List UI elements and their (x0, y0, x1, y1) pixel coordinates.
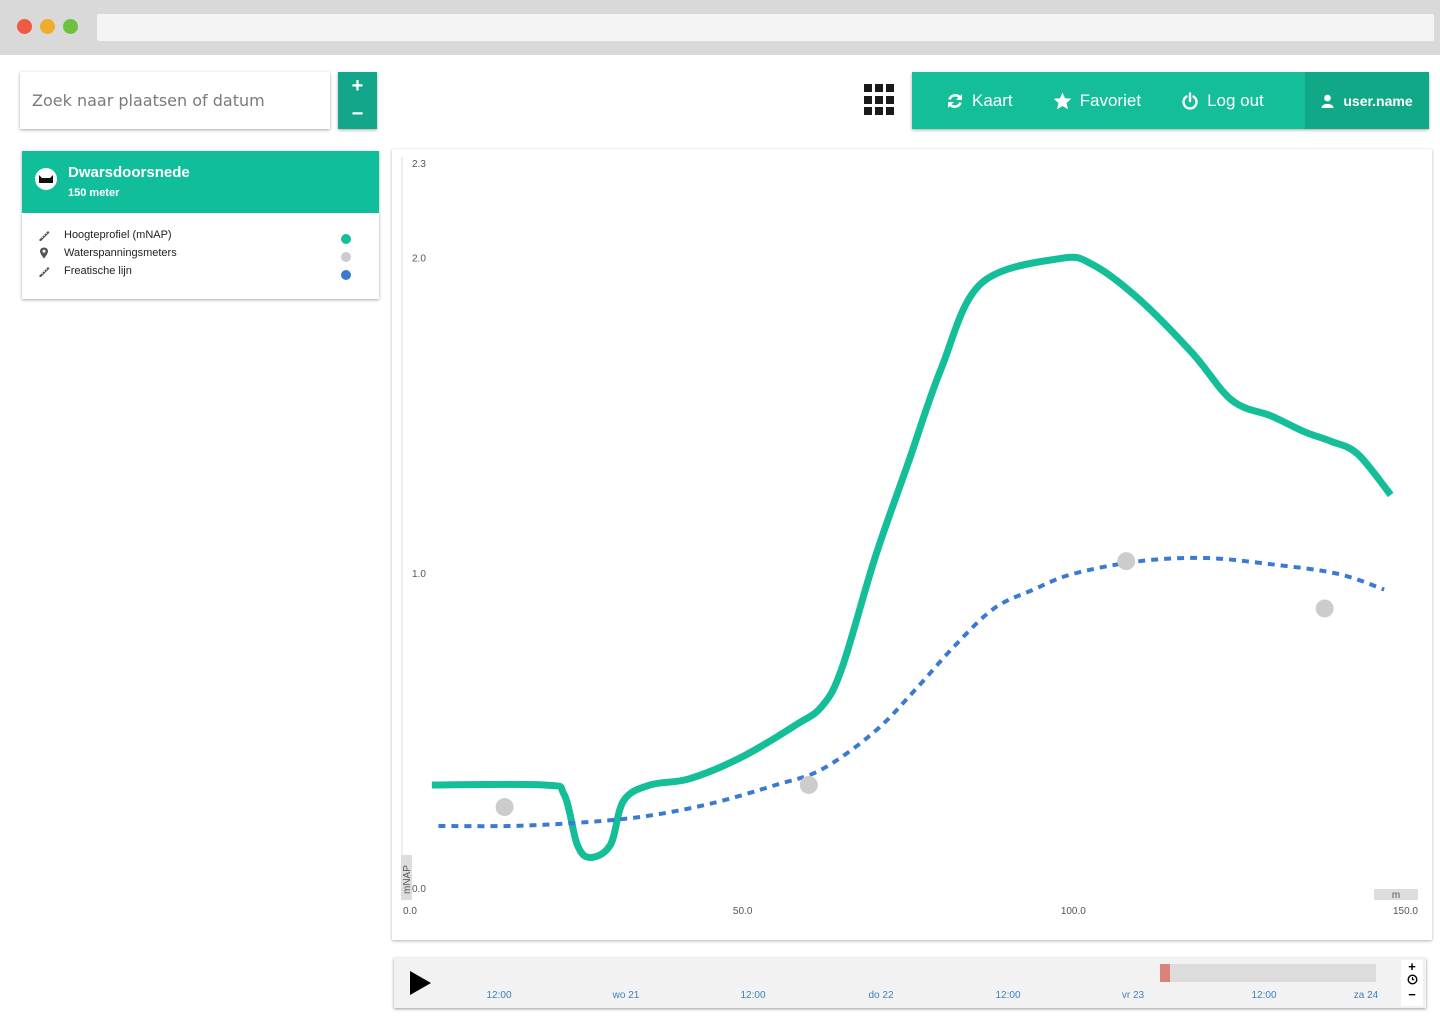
ruler-icon (39, 231, 50, 241)
y-tick-label: 1.0 (412, 569, 426, 580)
logout-label: Log out (1207, 90, 1264, 110)
timeline-label: wo 21 (612, 990, 640, 1001)
timeline-zoom-out-button[interactable]: − (1401, 988, 1423, 1002)
timeline: 12:00 wo 21 12:00 do 22 12:00 vr 23 12:0… (394, 958, 1426, 1008)
user-icon (1321, 94, 1334, 108)
address-bar[interactable] (97, 14, 1434, 41)
browser-chrome (0, 0, 1440, 55)
y-tick-label: 2.0 (412, 254, 426, 265)
legend-color-dot (341, 252, 351, 262)
favoriet-button[interactable]: Favoriet (1053, 72, 1141, 129)
user-name: user.name (1343, 92, 1413, 109)
timeline-label: za 24 (1353, 990, 1379, 1001)
apps-grid-icon[interactable] (864, 84, 896, 116)
legend-color-dot (341, 270, 351, 280)
main-nav: Kaart Favoriet Log out user.name (912, 72, 1429, 129)
power-icon (1182, 91, 1198, 110)
logout-button[interactable]: Log out (1181, 72, 1264, 129)
legend-label: Waterspanningsmeters (64, 247, 177, 259)
timeline-label: 12:00 (486, 990, 512, 1001)
phreatic-line (438, 555, 1385, 829)
zoom-in-button[interactable]: + (338, 72, 377, 100)
piezometer-point (1315, 599, 1334, 618)
timeline-zoom-controls: + − (1401, 960, 1423, 1006)
card-subtitle: 150 meter (68, 187, 120, 199)
timeline-label: vr 23 (1121, 990, 1145, 1001)
play-button[interactable] (410, 971, 431, 995)
search-box (20, 72, 330, 129)
chart-svg: 0.0 1.0 2.0 2.3 0.0 50.0 100.0 150.0 mNAP m (401, 157, 1418, 917)
user-menu-button[interactable]: user.name (1305, 72, 1429, 129)
search-input[interactable] (32, 91, 330, 110)
legend-label: Hoogteprofiel (mNAP) (64, 229, 172, 241)
minimize-window-button[interactable] (40, 19, 55, 34)
x-axis-label: m (1392, 890, 1400, 901)
timeline-clock-icon[interactable] (1401, 974, 1423, 988)
refresh-icon (948, 93, 962, 108)
ruler-icon (39, 267, 50, 277)
pin-icon (40, 247, 48, 259)
close-window-button[interactable] (17, 19, 32, 34)
timeline-label: 12:00 (740, 990, 766, 1001)
legend-item-hoogteprofiel[interactable]: Hoogteprofiel (mNAP) (22, 227, 379, 245)
timeline-label: 12:00 (995, 990, 1021, 1001)
star-icon (1053, 92, 1071, 109)
height-profile-line (431, 253, 1394, 861)
y-tick-label: 2.3 (412, 159, 426, 170)
legend-label: Freatische lijn (64, 265, 132, 277)
dwarsdoorsnede-card: Dwarsdoorsnede 150 meter Hoogteprofiel (… (22, 151, 379, 299)
card-title: Dwarsdoorsnede (68, 164, 190, 181)
timeline-range[interactable] (1160, 964, 1376, 982)
zoom-control: + − (338, 72, 377, 129)
favoriet-label: Favoriet (1079, 90, 1142, 110)
kaart-label: Kaart (972, 90, 1013, 110)
piezometer-point (495, 798, 514, 817)
legend-item-waterspanningsmeters[interactable]: Waterspanningsmeters (22, 245, 379, 263)
x-tick-label: 100.0 (1061, 906, 1086, 917)
timeline-label: do 22 (868, 990, 894, 1001)
x-tick-label: 50.0 (733, 906, 753, 917)
piezometer-point (799, 775, 818, 794)
layer-legend: Hoogteprofiel (mNAP) Waterspanningsmeter… (22, 227, 379, 281)
piezometer-point (1117, 552, 1136, 571)
legend-color-dot (341, 234, 351, 244)
y-tick-label: 0.0 (412, 884, 426, 895)
maximize-window-button[interactable] (63, 19, 78, 34)
timeline-zoom-in-button[interactable]: + (1401, 960, 1423, 974)
legend-item-freatische-lijn[interactable]: Freatische lijn (22, 263, 379, 281)
y-axis-label: mNAP (402, 865, 413, 894)
cross-section-icon (35, 168, 57, 190)
cross-section-chart: 0.0 1.0 2.0 2.3 0.0 50.0 100.0 150.0 mNAP m (392, 149, 1432, 940)
card-header[interactable]: Dwarsdoorsnede 150 meter (22, 151, 379, 213)
kaart-button[interactable]: Kaart (946, 72, 1013, 129)
timeline-current-handle[interactable] (1160, 964, 1170, 982)
x-tick-label: 0.0 (403, 906, 417, 917)
x-tick-label: 150.0 (1393, 906, 1418, 917)
timeline-label: 12:00 (1251, 990, 1277, 1001)
zoom-out-button[interactable]: − (338, 100, 377, 128)
